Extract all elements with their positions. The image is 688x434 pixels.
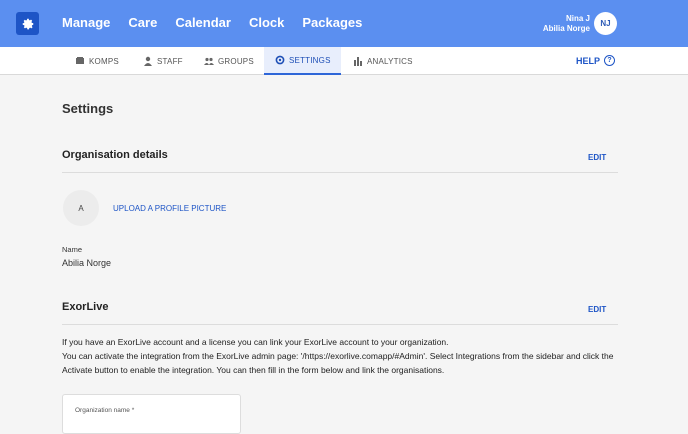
nav-packages[interactable]: Packages: [302, 15, 362, 30]
help-button[interactable]: HELP ?: [576, 55, 616, 66]
top-bar: Manage Care Calendar Clock Packages Nina…: [0, 0, 688, 47]
user-org: Abilia Norge: [542, 24, 590, 33]
komps-icon: [76, 57, 84, 64]
tab-settings-label: SETTINGS: [289, 55, 331, 65]
profile-initial: A: [78, 203, 84, 213]
nav-calendar[interactable]: Calendar: [175, 15, 231, 30]
gear-icon: [275, 55, 285, 65]
tab-komps[interactable]: KOMPS: [75, 47, 119, 75]
staff-icon: [144, 56, 152, 66]
exorlive-text-line1: If you have an ExorLive account and a li…: [62, 337, 449, 347]
tab-komps-label: KOMPS: [89, 56, 119, 66]
exorlive-heading: ExorLive: [62, 301, 109, 313]
tab-settings[interactable]: SETTINGS: [264, 47, 341, 75]
tab-staff[interactable]: STAFF: [143, 47, 183, 75]
org-edit-button[interactable]: EDIT: [588, 153, 606, 162]
divider: [62, 172, 618, 173]
main-nav: Manage Care Calendar Clock Packages: [62, 15, 380, 30]
nav-manage[interactable]: Manage: [62, 15, 110, 30]
app-logo[interactable]: [16, 12, 39, 35]
exorlive-text-line2: You can activate the integration from th…: [62, 351, 614, 375]
tab-groups[interactable]: GROUPS: [204, 47, 254, 75]
divider: [62, 324, 618, 325]
help-icon: ?: [604, 55, 616, 66]
tab-analytics-label: ANALYTICS: [367, 56, 413, 66]
help-label: HELP: [576, 55, 601, 66]
organization-name-label: Organization name *: [75, 407, 135, 414]
name-label: Name: [62, 245, 83, 254]
page-title: Settings: [62, 101, 114, 116]
user-name: Nina J: [565, 14, 590, 23]
organisation-details-heading: Organisation details: [62, 149, 168, 161]
profile-picture[interactable]: A: [63, 190, 99, 226]
groups-icon: [204, 57, 214, 65]
upload-profile-picture-link[interactable]: UPLOAD A PROFILE PICTURE: [113, 204, 226, 213]
analytics-icon: [354, 57, 362, 66]
tab-staff-label: STAFF: [157, 56, 183, 66]
name-value: Abilia Norge: [62, 258, 112, 268]
avatar[interactable]: NJ: [594, 12, 617, 35]
tab-groups-label: GROUPS: [218, 56, 254, 66]
gear-icon: [22, 18, 33, 29]
organization-name-field[interactable]: Organization name *: [62, 394, 241, 434]
nav-clock[interactable]: Clock: [249, 15, 284, 30]
nav-care[interactable]: Care: [128, 15, 157, 30]
tab-analytics[interactable]: ANALYTICS: [353, 47, 413, 75]
exorlive-description: If you have an ExorLive account and a li…: [62, 335, 622, 377]
user-info[interactable]: Nina J Abilia Norge: [543, 14, 590, 34]
exorlive-edit-button[interactable]: EDIT: [588, 305, 606, 314]
